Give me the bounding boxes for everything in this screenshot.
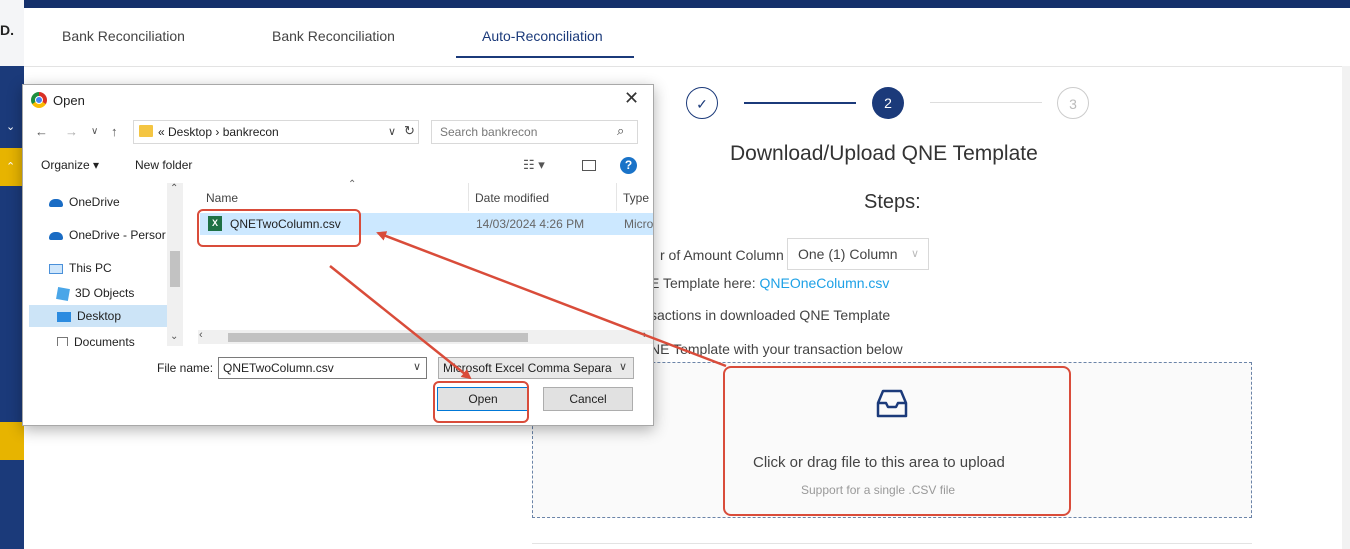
cancel-button[interactable]: Cancel (543, 387, 633, 411)
step-upload-template: NE Template with your transaction below (650, 341, 903, 357)
column-separator[interactable] (616, 183, 617, 211)
open-file-dialog: Open ✕ ← → ∨ ↑ « Desktop › bankrecon ∨ ↻… (22, 84, 654, 426)
chevron-down-icon[interactable]: ∨ (388, 125, 396, 138)
amount-column-label: r of Amount Column (660, 247, 784, 263)
steps-label: Steps: (864, 191, 921, 213)
close-icon[interactable]: ✕ (624, 88, 639, 109)
amount-column-select[interactable]: One (1) Column ∨ (787, 238, 929, 270)
step-pending: 3 (1057, 87, 1089, 119)
back-arrow-icon[interactable]: ← (35, 124, 48, 139)
annotation-box-file (197, 209, 361, 247)
file-list-hscrollbar[interactable]: ‹ › (198, 329, 653, 344)
search-input[interactable]: Search bankrecon ⌕ (431, 120, 638, 144)
file-name-input[interactable]: QNETwoColumn.csv (218, 357, 427, 379)
tab-auto-reconciliation[interactable]: Auto-Reconciliation (482, 28, 603, 44)
preview-pane-icon[interactable] (582, 160, 596, 171)
sort-indicator-icon: ⌃ (348, 179, 357, 190)
file-name-label: File name: (157, 361, 214, 375)
file-name-row: File name: QNETwoColumn.csv ∨ Microsoft … (23, 355, 653, 381)
brand-logo: D. (0, 22, 14, 38)
tab-bank-reconciliation[interactable]: Bank Reconciliation (62, 28, 185, 44)
upload-instruction: Click or drag file to this area to uploa… (753, 454, 1005, 471)
hscroll-thumb[interactable] (228, 333, 528, 342)
column-header-date[interactable]: Date modified (475, 191, 549, 205)
page-title: Download/Upload QNE Template (730, 142, 1038, 165)
tab-bar: Bank Reconciliation Bank Reconciliation … (24, 8, 1350, 67)
up-arrow-icon[interactable]: ↑ (111, 124, 118, 139)
annotation-box-open (433, 381, 529, 423)
sidebar: ⌄ ⌃ (0, 0, 24, 549)
view-options-icon[interactable]: ☷ ▾ (523, 157, 545, 173)
documents-icon (57, 336, 68, 346)
new-folder-button[interactable]: New folder (135, 158, 192, 172)
step-done-check-icon: ✓ (686, 87, 718, 119)
scroll-up-icon[interactable]: ⌃ (170, 183, 178, 194)
chrome-icon (31, 92, 47, 108)
step-fill-transactions: sactions in downloaded QNE Template (650, 307, 891, 323)
refresh-icon[interactable]: ↻ (404, 123, 415, 139)
column-header-name[interactable]: Name (206, 191, 238, 205)
nav-item-3d-objects[interactable]: 3D Objects (56, 286, 134, 301)
column-header-type[interactable]: Type (623, 191, 649, 205)
column-separator[interactable] (468, 183, 469, 211)
dialog-title: Open (53, 93, 85, 108)
address-bar[interactable]: « Desktop › bankrecon ∨ ↻ (133, 120, 419, 144)
step-connector-pending (930, 102, 1042, 103)
tab-bank-reconciliation-2[interactable]: Bank Reconciliation (272, 28, 395, 44)
select-value: One (1) Column (798, 246, 898, 262)
template-download-link[interactable]: QNEOneColumn.csv (759, 275, 889, 291)
nav-item-this-pc[interactable]: This PC (49, 261, 112, 275)
chevron-down-icon[interactable]: ∨ (619, 360, 627, 373)
file-date: 14/03/2024 4:26 PM (476, 217, 585, 231)
dialog-toolbar: Organize ▾ New folder ☷ ▾ ? (23, 151, 653, 181)
top-bar (0, 0, 1350, 8)
desktop-icon (57, 311, 71, 322)
page-scrollbar[interactable] (1342, 66, 1350, 549)
nav-item-documents[interactable]: Documents (57, 335, 135, 346)
3d-objects-icon (56, 286, 70, 301)
file-type: Micro (624, 217, 654, 231)
chevron-down-icon: ∨ (910, 248, 919, 260)
active-tab-indicator (456, 56, 634, 58)
nav-item-onedrive-personal[interactable]: OneDrive - Persor (49, 228, 166, 242)
cloud-icon (49, 231, 63, 240)
scroll-down-icon[interactable]: ⌄ (170, 331, 178, 342)
folder-icon (139, 125, 153, 137)
organize-button[interactable]: Organize ▾ (41, 158, 99, 172)
cloud-icon (49, 198, 63, 207)
computer-icon (49, 263, 63, 274)
step-connector-done (744, 102, 856, 104)
template-download-line: E Template here: QNEOneColumn.csv (650, 275, 889, 291)
nav-item-desktop[interactable]: Desktop (29, 305, 167, 327)
file-type-select[interactable]: Microsoft Excel Comma Separa (438, 357, 634, 379)
scroll-left-icon[interactable]: ‹ (199, 329, 203, 341)
step-current: 2 (872, 87, 904, 119)
file-list: Name ⌃ Date modified Type X QNETwoColumn… (198, 179, 654, 333)
scroll-right-icon[interactable]: › (643, 329, 647, 341)
forward-arrow-icon[interactable]: → (65, 124, 78, 139)
help-icon[interactable]: ? (620, 157, 637, 174)
upload-hint: Support for a single .CSV file (801, 483, 956, 497)
chevron-down-icon[interactable]: ∨ (413, 360, 421, 373)
dialog-titlebar: Open ✕ (23, 85, 653, 115)
address-path: « Desktop › bankrecon (158, 125, 279, 139)
sidebar-item-highlight[interactable] (0, 422, 24, 460)
nav-scroll-thumb[interactable] (170, 251, 180, 287)
search-placeholder: Search bankrecon (440, 125, 538, 139)
recent-dropdown-icon[interactable]: ∨ (91, 126, 98, 137)
navigation-pane: OneDrive OneDrive - Persor This PC 3D Ob… (23, 183, 183, 346)
divider (532, 543, 1252, 544)
chevron-down-icon[interactable]: ⌄ (6, 120, 15, 133)
nav-item-onedrive[interactable]: OneDrive (49, 195, 120, 209)
chevron-up-icon[interactable]: ⌃ (6, 160, 15, 173)
sidebar-nav (0, 66, 24, 549)
inbox-icon (876, 389, 908, 418)
search-icon: ⌕ (617, 123, 625, 138)
template-download-label: E Template here: (650, 275, 760, 291)
dialog-nav-row: ← → ∨ ↑ « Desktop › bankrecon ∨ ↻ Search… (23, 119, 653, 145)
